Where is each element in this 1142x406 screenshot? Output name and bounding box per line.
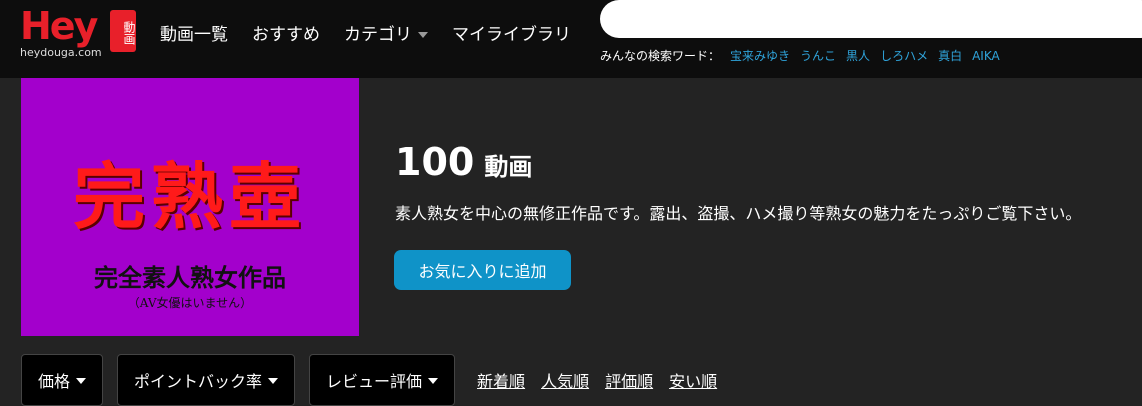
site-logo[interactable]: Hey 動画 heydouga.com: [18, 4, 142, 64]
banner-note: （AV女優はいません）: [127, 296, 253, 310]
popular-search-words: みんなの検索ワード： 宝来みゆき うんこ 黒人 しろハメ 真白 AIKA: [600, 47, 1010, 64]
nav-category-label: カテゴリ: [344, 25, 412, 45]
nav-video-list[interactable]: 動画一覧: [160, 20, 228, 45]
series-banner-image: 完熟壺 完全素人熟女作品 （AV女優はいません）: [21, 78, 359, 336]
main-nav: 動画一覧 おすすめ カテゴリ マイライブラリ: [160, 20, 595, 45]
popular-word-link[interactable]: しろハメ: [880, 47, 928, 64]
popular-word-link[interactable]: 黒人: [846, 47, 870, 64]
video-count-number: 100: [395, 140, 475, 184]
logo-text: Hey: [20, 4, 98, 48]
review-filter-label: レビュー評価: [326, 372, 423, 391]
banner-title: 完熟壺: [72, 154, 307, 239]
chevron-down-icon: [428, 378, 439, 384]
popular-word-link[interactable]: 宝来みゆき: [730, 47, 790, 64]
pointback-filter-dropdown[interactable]: ポイントバック率: [117, 354, 296, 406]
nav-category[interactable]: カテゴリ: [344, 20, 428, 45]
sort-newest-link[interactable]: 新着順: [477, 368, 525, 392]
chevron-down-icon: [76, 378, 87, 384]
video-count-unit: 動画: [484, 153, 533, 181]
video-count: 100 動画: [395, 140, 532, 184]
sort-links: 新着順 人気順 評価順 安い順: [477, 356, 733, 392]
search-input[interactable]: [600, 0, 1142, 38]
chevron-down-icon: [268, 378, 279, 384]
popular-word-link[interactable]: 真白: [938, 47, 962, 64]
banner-subtitle: 完全素人熟女作品: [94, 263, 286, 292]
series-description: 素人熟女を中心の無修正作品です。露出、盗撮、ハメ撮り等熟女の魅力をたっぷりご覧下…: [395, 204, 1082, 223]
popular-word-link[interactable]: AIKA: [972, 49, 1000, 63]
pointback-filter-label: ポイントバック率: [134, 372, 263, 391]
logo-badge: 動画: [110, 10, 136, 52]
price-filter-label: 価格: [38, 372, 71, 391]
top-header: Hey 動画 heydouga.com 動画一覧 おすすめ カテゴリ マイライブ…: [0, 0, 1142, 78]
review-filter-dropdown[interactable]: レビュー評価: [309, 354, 456, 406]
filter-bar: 価格 ポイントバック率 レビュー評価 新着順 人気順 評価順 安い順: [21, 354, 733, 406]
nav-my-library[interactable]: マイライブラリ: [452, 20, 571, 45]
price-filter-dropdown[interactable]: 価格: [21, 354, 104, 406]
sort-popular-link[interactable]: 人気順: [541, 368, 589, 392]
nav-recommended[interactable]: おすすめ: [252, 20, 320, 45]
add-favorite-button[interactable]: お気に入りに追加: [394, 250, 571, 290]
logo-domain: heydouga.com: [20, 46, 102, 59]
sort-rating-link[interactable]: 評価順: [605, 368, 653, 392]
popular-search-label: みんなの検索ワード：: [600, 49, 721, 63]
chevron-down-icon: [418, 31, 428, 38]
popular-word-link[interactable]: うんこ: [800, 47, 836, 64]
sort-cheapest-link[interactable]: 安い順: [669, 368, 717, 392]
